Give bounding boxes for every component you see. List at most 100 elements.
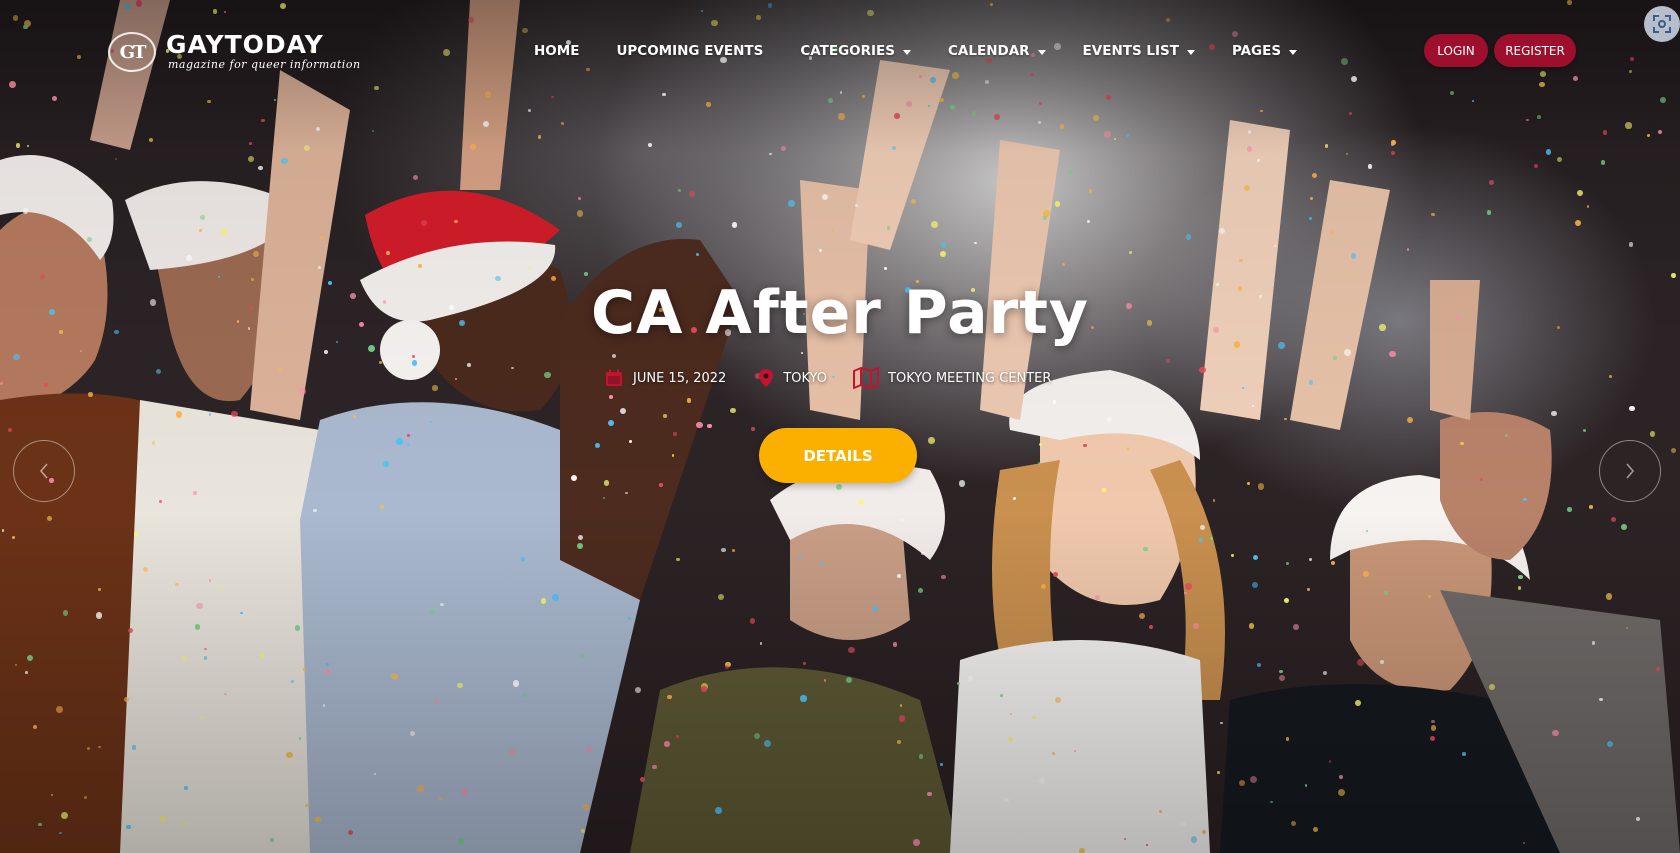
map-icon xyxy=(853,367,880,389)
confetti-piece xyxy=(1354,700,1361,706)
confetti-piece xyxy=(537,135,542,139)
confetti-piece xyxy=(208,579,212,582)
confetti-piece xyxy=(1367,164,1372,169)
confetti-piece xyxy=(248,141,252,145)
event-location: TOKYO xyxy=(758,368,827,388)
login-button[interactable]: LOGIN xyxy=(1424,34,1488,67)
nav-categories[interactable]: CATEGORIES xyxy=(800,43,912,59)
confetti-piece xyxy=(1102,488,1107,492)
confetti-piece xyxy=(1540,70,1546,77)
confetti-piece xyxy=(1052,400,1057,404)
confetti-piece xyxy=(686,398,692,403)
confetti-piece xyxy=(577,534,583,540)
confetti-piece xyxy=(438,796,443,801)
confetti-piece xyxy=(207,99,211,104)
confetti-piece xyxy=(200,716,203,720)
confetti-piece xyxy=(1257,483,1265,490)
confetti-piece xyxy=(893,113,900,120)
nav-calendar[interactable]: CALENDAR xyxy=(948,43,1046,59)
confetti-piece xyxy=(1198,538,1203,543)
caret-down-icon xyxy=(1186,50,1195,55)
auth-buttons: LOGIN REGISTER xyxy=(1424,34,1576,67)
nav-home[interactable]: HOME xyxy=(534,43,579,59)
confetti-piece xyxy=(1216,771,1220,774)
confetti-piece xyxy=(280,157,288,165)
confetti-piece xyxy=(458,838,464,844)
confetti-piece xyxy=(1586,205,1590,208)
confetti-piece xyxy=(8,81,16,89)
slider-prev-button[interactable] xyxy=(13,440,75,502)
confetti-piece xyxy=(25,671,29,674)
confetti-piece xyxy=(1625,122,1632,129)
confetti-piece xyxy=(673,432,677,436)
confetti-piece xyxy=(208,413,212,416)
confetti-piece xyxy=(731,222,738,228)
register-button[interactable]: REGISTER xyxy=(1494,34,1576,67)
nav-events-list[interactable]: EVENTS LIST xyxy=(1083,43,1195,59)
confetti-piece xyxy=(1341,58,1348,65)
confetti-piece xyxy=(751,427,755,431)
confetti-piece xyxy=(1430,212,1435,217)
confetti-piece xyxy=(1329,230,1334,235)
confetti-piece xyxy=(1278,674,1285,681)
confetti-piece xyxy=(1212,498,1216,502)
confetti-piece xyxy=(1518,574,1523,580)
event-meta: JUNE 15, 2022 TOKYO TOKYO MEETING CENTER xyxy=(604,365,1051,391)
confetti-piece xyxy=(1232,30,1239,37)
confetti-piece xyxy=(1328,760,1332,763)
chevron-left-icon xyxy=(39,463,48,479)
confetti-piece xyxy=(1338,775,1343,780)
confetti-piece xyxy=(1431,719,1435,724)
confetti-piece xyxy=(1239,258,1243,263)
confetti-piece xyxy=(1537,114,1541,119)
confetti-piece xyxy=(303,144,311,151)
confetti-piece xyxy=(1379,659,1384,664)
confetti-piece xyxy=(664,741,670,748)
site-logo[interactable]: GT GAYTODAY magazine for queer informati… xyxy=(108,30,361,74)
details-button[interactable]: DETAILS xyxy=(759,428,917,483)
confetti-piece xyxy=(1486,209,1492,215)
confetti-piece xyxy=(1522,841,1526,844)
nav-pages[interactable]: PAGES xyxy=(1232,43,1298,59)
confetti-piece xyxy=(1088,189,1092,193)
confetti-piece xyxy=(484,91,492,98)
chevron-right-icon xyxy=(1626,463,1635,479)
scan-icon[interactable] xyxy=(1644,6,1680,42)
confetti-piece xyxy=(87,746,90,750)
confetti-piece xyxy=(940,242,947,248)
confetti-piece xyxy=(1390,151,1395,156)
confetti-piece xyxy=(800,695,807,702)
confetti-piece xyxy=(440,602,444,606)
confetti-piece xyxy=(839,91,843,94)
confetti-piece xyxy=(305,804,308,807)
nav-events-list-label: EVENTS LIST xyxy=(1082,43,1179,59)
confetti-piece xyxy=(768,3,773,8)
caret-down-icon xyxy=(1289,50,1298,55)
confetti-piece xyxy=(76,55,81,60)
slider-next-button[interactable] xyxy=(1599,440,1661,502)
confetti-piece xyxy=(663,414,667,418)
confetti-piece xyxy=(1244,184,1250,191)
confetti-piece xyxy=(185,254,192,261)
confetti-piece xyxy=(22,208,29,214)
confetti-piece xyxy=(1037,461,1041,466)
confetti-piece xyxy=(1138,612,1146,619)
confetti-piece xyxy=(1589,505,1593,509)
confetti-piece xyxy=(730,407,736,414)
confetti-piece xyxy=(1350,253,1357,259)
confetti-piece xyxy=(192,491,197,496)
confetti-piece xyxy=(391,673,399,680)
confetti-piece xyxy=(838,113,845,120)
confetti-piece xyxy=(322,704,326,707)
confetti-piece xyxy=(678,189,681,192)
event-venue: TOKYO MEETING CENTER xyxy=(853,367,1051,389)
confetti-piece xyxy=(134,532,138,536)
event-venue-text: TOKYO MEETING CENTER xyxy=(888,370,1052,386)
confetti-piece xyxy=(406,442,411,447)
confetti-piece xyxy=(1231,554,1234,557)
caret-down-icon xyxy=(903,50,912,55)
nav-upcoming-events[interactable]: UPCOMING EVENTS xyxy=(616,43,763,59)
confetti-piece xyxy=(577,210,584,217)
confetti-piece xyxy=(756,15,761,20)
confetti-piece xyxy=(95,612,102,619)
